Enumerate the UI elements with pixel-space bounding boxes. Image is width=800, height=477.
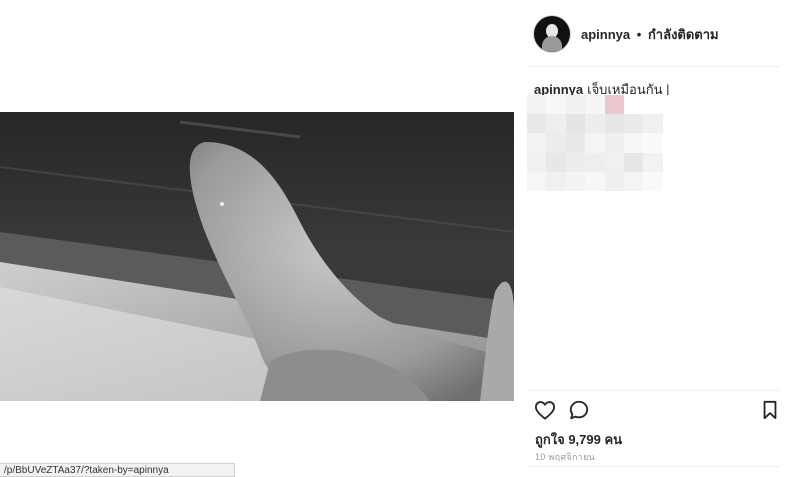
comment-icon[interactable] (567, 398, 591, 422)
header-text: apinnya • กำลังติดตาม (581, 24, 719, 45)
post-header: apinnya • กำลังติดตาม (527, 14, 780, 54)
separator-dot: • (636, 26, 642, 42)
bookmark-icon[interactable] (758, 398, 782, 422)
censored-comment-area (527, 95, 682, 191)
likes-count[interactable]: ถูกใจ 9,799 คน (535, 429, 622, 450)
bottom-divider (527, 466, 780, 467)
follow-status-button[interactable]: กำลังติดตาม (648, 27, 719, 42)
status-bar-url: /p/BbUVeZTAa37/?taken-by=apinnya (0, 463, 235, 477)
post-actions (533, 398, 777, 422)
heart-icon[interactable] (533, 398, 557, 422)
username-link[interactable]: apinnya (581, 27, 630, 42)
actions-divider (527, 390, 780, 391)
header-divider (527, 66, 780, 67)
post-image[interactable] (0, 112, 514, 401)
post-date[interactable]: 10 พฤศจิกายน (535, 450, 595, 464)
avatar[interactable] (533, 15, 571, 53)
post-sidebar: apinnya • กำลังติดตาม apinnya เจ็บเหมือนก… (527, 0, 780, 477)
finger-photo (0, 112, 514, 401)
avatar-body (542, 36, 562, 52)
